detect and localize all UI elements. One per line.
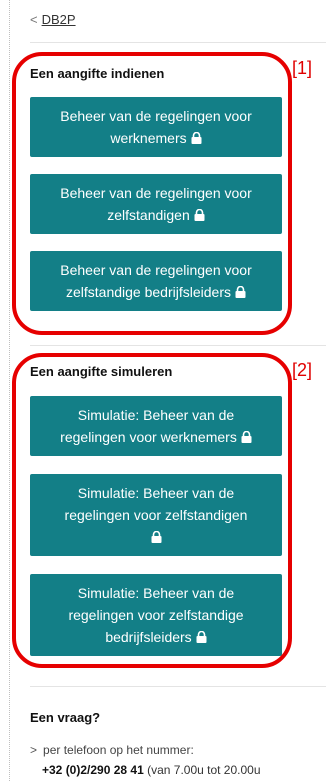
sidebar-divider (9, 0, 10, 781)
divider (30, 42, 326, 43)
chevron-left-icon: < (30, 12, 38, 27)
highlight-box-1 (12, 52, 292, 335)
breadcrumb: < DB2P (30, 12, 76, 27)
breadcrumb-link-db2p[interactable]: DB2P (42, 12, 76, 27)
annotation-marker-2: [2] (292, 360, 313, 380)
chevron-right-icon: > (30, 743, 38, 757)
annotation-marker-1: [1] (292, 58, 313, 78)
divider (30, 345, 326, 346)
contact-phone-label: > per telefoon op het nummer: (30, 743, 194, 757)
contact-phone: +32 (0)2/290 28 41 (van 7.00u tot 20.00u (42, 763, 261, 777)
contact-title: Een vraag? (30, 710, 101, 725)
divider (30, 686, 326, 687)
opening-hours: (van 7.00u tot 20.00u (147, 763, 261, 777)
highlight-box-2 (12, 353, 292, 668)
phone-number[interactable]: +32 (0)2/290 28 41 (42, 763, 144, 777)
